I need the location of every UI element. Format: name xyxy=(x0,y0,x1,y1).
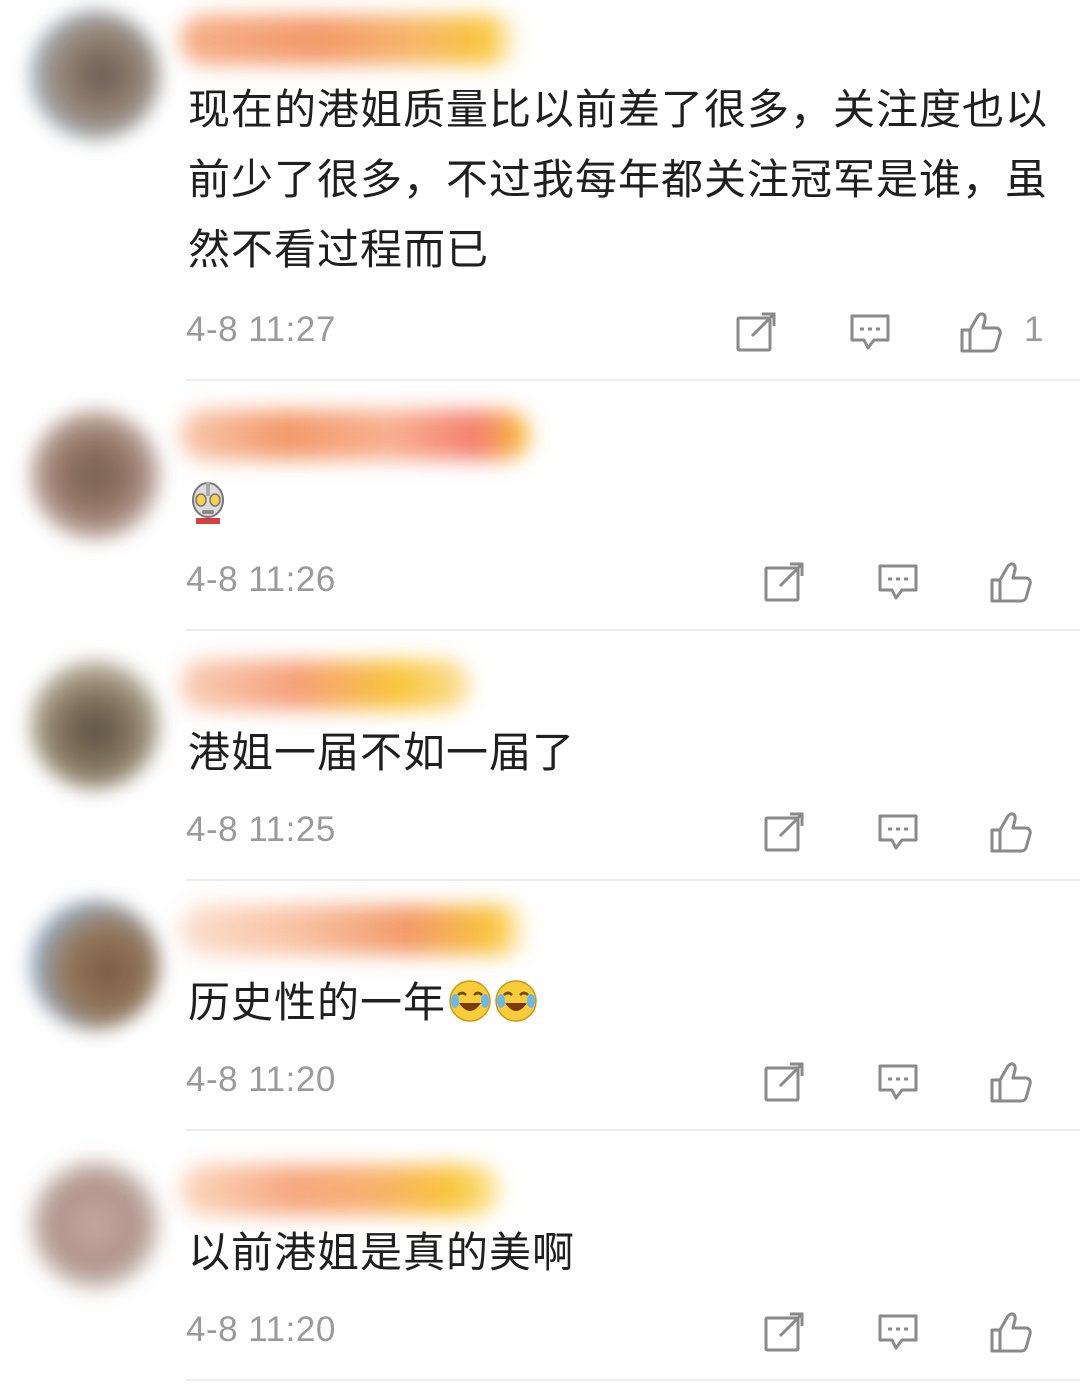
comment-actions: 4-8 11:27 1 xyxy=(186,302,1080,362)
laugh-cry-emoji-icon xyxy=(495,980,537,1022)
comment-actions: 4-8 11:25 xyxy=(186,802,1080,862)
comment-text-body: 历史性的一年 xyxy=(188,978,447,1027)
username-blurred[interactable] xyxy=(180,15,520,65)
avatar[interactable] xyxy=(30,1160,160,1290)
comment-icon[interactable] xyxy=(876,1060,920,1104)
like-icon[interactable] xyxy=(988,1310,1032,1354)
comment-time: 4-8 11:20 xyxy=(186,1310,336,1349)
comment-text: 现在的港姐质量比以前差了很多，关注度也以前少了很多，不过我每年都关注冠军是谁，虽… xyxy=(188,85,1049,274)
username-blurred[interactable] xyxy=(180,410,530,460)
comment-item: 现在的港姐质量比以前差了很多，关注度也以前少了很多，不过我每年都关注冠军是谁，虽… xyxy=(0,0,1080,381)
avatar[interactable] xyxy=(30,10,160,140)
username-blurred[interactable] xyxy=(180,660,470,710)
like-icon[interactable] xyxy=(988,1060,1032,1104)
forward-icon[interactable] xyxy=(734,310,778,354)
comment-time: 4-8 11:27 xyxy=(186,310,336,349)
comment-time: 4-8 11:20 xyxy=(186,1060,336,1099)
like-icon[interactable] xyxy=(988,560,1032,604)
comment-actions: 4-8 11:26 xyxy=(186,552,1080,612)
comment-icon[interactable] xyxy=(876,560,920,604)
like-icon[interactable] xyxy=(958,310,1002,354)
avatar[interactable] xyxy=(30,660,160,790)
username-blurred[interactable] xyxy=(180,905,530,955)
comment-text: 港姐一届不如一届了 xyxy=(188,728,576,777)
forward-icon[interactable] xyxy=(762,1060,806,1104)
forward-icon[interactable] xyxy=(762,560,806,604)
ultraman-sticker-icon xyxy=(192,482,224,524)
like-count: 1 xyxy=(1024,310,1044,349)
avatar[interactable] xyxy=(30,900,160,1030)
comment-item: 4-8 11:26 xyxy=(0,380,1080,631)
divider xyxy=(186,1379,1080,1381)
comment-time: 4-8 11:26 xyxy=(186,560,336,599)
comment-icon[interactable] xyxy=(876,1310,920,1354)
forward-icon[interactable] xyxy=(762,1310,806,1354)
comment-item: 港姐一届不如一届了 4-8 11:25 xyxy=(0,630,1080,881)
comment-item: 历史性的一年 4-8 11:20 xyxy=(0,880,1080,1131)
like-icon[interactable] xyxy=(988,810,1032,854)
comment-text: 历史性的一年 xyxy=(188,968,1050,1038)
comment-icon[interactable] xyxy=(848,310,892,354)
username-blurred[interactable] xyxy=(180,1165,500,1215)
comment-item: 以前港姐是真的美啊 4-8 11:20 xyxy=(0,1130,1080,1391)
avatar[interactable] xyxy=(30,410,160,540)
comment-actions: 4-8 11:20 xyxy=(186,1052,1080,1112)
comment-time: 4-8 11:25 xyxy=(186,810,336,849)
forward-icon[interactable] xyxy=(762,810,806,854)
laugh-cry-emoji-icon xyxy=(449,980,491,1022)
comment-actions: 4-8 11:20 xyxy=(186,1302,1080,1362)
comment-icon[interactable] xyxy=(876,810,920,854)
comment-text: 以前港姐是真的美啊 xyxy=(188,1228,576,1277)
